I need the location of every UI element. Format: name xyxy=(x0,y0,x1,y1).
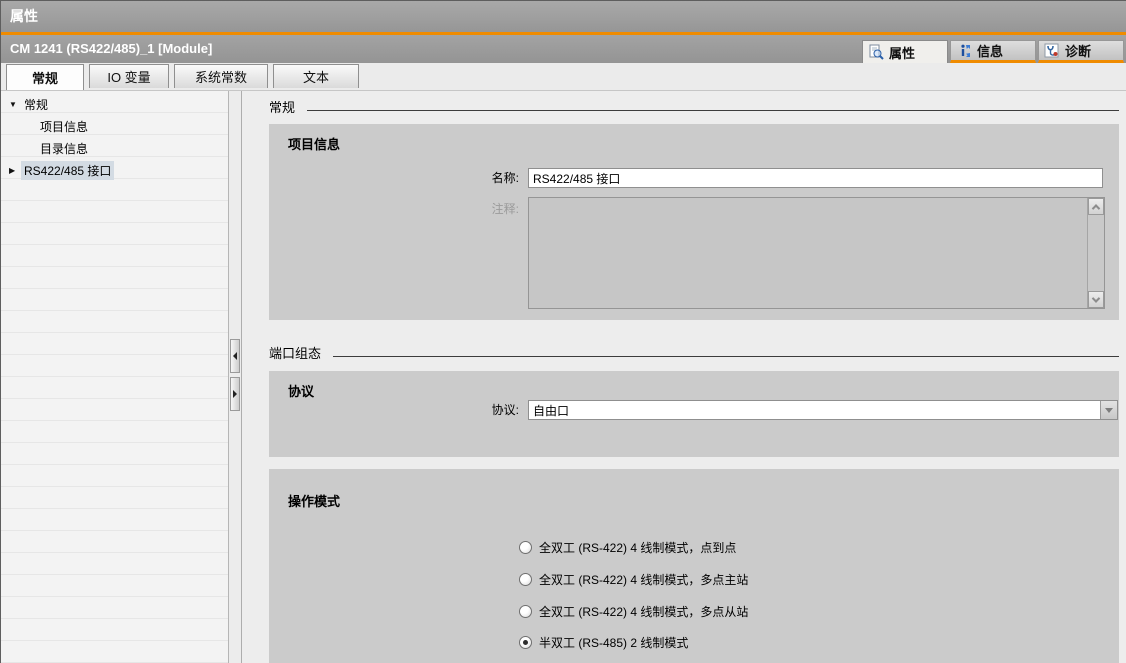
window-titlebar: 属性 xyxy=(1,1,1126,32)
scroll-down-button[interactable] xyxy=(1088,291,1104,308)
tab-diagnostics[interactable]: 诊断 xyxy=(1038,40,1124,63)
dropdown-arrow-icon xyxy=(1105,408,1113,413)
section-heading-general: 常规 xyxy=(269,97,1119,115)
tab-diagnostics-label: 诊断 xyxy=(1065,41,1091,60)
radio-full-duplex-multipoint-master[interactable]: 全双工 (RS-422) 4 线制模式，多点主站 xyxy=(519,571,748,587)
nav-tree: ▼ 常规 项目信息 目录信息 ▶ RS422/485 接口 xyxy=(1,91,229,663)
protocol-group: 协议 协议: 自由口 xyxy=(269,371,1119,457)
properties-window: 属性 CM 1241 (RS422/485)_1 [Module] 属性 xyxy=(0,0,1126,663)
content-area: ▼ 常规 项目信息 目录信息 ▶ RS422/485 接口 xyxy=(1,91,1126,663)
section-heading-port-config: 端口组态 xyxy=(269,343,1119,361)
protocol-label: 协议: xyxy=(379,400,519,420)
tree-item-project-info[interactable]: 项目信息 xyxy=(1,115,228,137)
info-icon xyxy=(956,43,972,59)
tab-general[interactable]: 常规 xyxy=(6,64,84,90)
tab-info[interactable]: 信息 xyxy=(950,40,1036,63)
arrow-right-icon xyxy=(233,390,237,398)
chevron-right-icon[interactable]: ▶ xyxy=(9,166,21,175)
radio-full-duplex-point-to-point[interactable]: 全双工 (RS-422) 4 线制模式，点到点 xyxy=(519,539,736,555)
tab-info-label: 信息 xyxy=(977,41,1003,60)
protocol-selected-value: 自由口 xyxy=(533,402,569,419)
radio-button-icon[interactable] xyxy=(519,605,532,618)
protocol-select[interactable]: 自由口 xyxy=(528,400,1118,420)
tab-properties[interactable]: 属性 xyxy=(862,40,948,63)
diagnostics-icon xyxy=(1044,43,1060,59)
inspector-tabs: 属性 信息 xyxy=(862,40,1124,63)
collapse-left-button[interactable] xyxy=(230,339,240,373)
comment-scrollbar[interactable] xyxy=(1087,198,1104,308)
name-label: 名称: xyxy=(379,168,519,188)
radio-button-icon[interactable] xyxy=(519,573,532,586)
properties-icon xyxy=(868,44,884,60)
chevron-down-scroll-icon xyxy=(1092,294,1100,302)
project-info-title: 项目信息 xyxy=(288,134,340,153)
radio-half-duplex-2-wire[interactable]: 半双工 (RS-485) 2 线制模式 xyxy=(519,634,688,650)
operating-mode-title: 操作模式 xyxy=(288,491,340,510)
comment-label: 注释: xyxy=(379,199,519,219)
chevron-up-icon xyxy=(1092,204,1100,212)
project-info-group: 项目信息 名称: 注释: xyxy=(269,124,1119,320)
tree-item-catalog-info[interactable]: 目录信息 xyxy=(1,137,228,159)
tab-io-tags[interactable]: IO 变量 xyxy=(89,64,169,88)
protocol-title: 协议 xyxy=(288,381,314,400)
settings-panel: 常规 项目信息 名称: 注释: xyxy=(242,91,1126,663)
heading-rule xyxy=(333,347,1119,357)
selected-tree-label: RS422/485 接口 xyxy=(21,161,114,180)
arrow-left-icon xyxy=(233,352,237,360)
pane-splitter[interactable] xyxy=(229,91,242,663)
tree-item-rs422-485-interface[interactable]: ▶ RS422/485 接口 xyxy=(1,159,228,181)
tab-texts[interactable]: 文本 xyxy=(273,64,359,88)
window-title: 属性 xyxy=(10,8,38,24)
operating-mode-group: 操作模式 全双工 (RS-422) 4 线制模式，点到点 全双工 (RS-422… xyxy=(269,469,1119,663)
radio-full-duplex-multipoint-slave[interactable]: 全双工 (RS-422) 4 线制模式，多点从站 xyxy=(519,603,748,619)
category-tabstrip: 常规 IO 变量 系统常数 文本 xyxy=(1,63,1126,91)
tab-system-constants[interactable]: 系统常数 xyxy=(174,64,268,88)
tree-item-general[interactable]: ▼ 常规 xyxy=(1,93,228,115)
module-title: CM 1241 (RS422/485)_1 [Module] xyxy=(10,41,212,56)
name-input[interactable] xyxy=(528,168,1103,188)
scrollbar-track[interactable] xyxy=(1088,215,1104,291)
heading-rule xyxy=(307,101,1119,111)
chevron-down-icon[interactable]: ▼ xyxy=(9,100,21,109)
scroll-up-button[interactable] xyxy=(1088,198,1104,215)
radio-button-icon[interactable] xyxy=(519,541,532,554)
dropdown-button[interactable] xyxy=(1100,401,1117,419)
radio-button-selected-icon[interactable] xyxy=(519,636,532,649)
tab-properties-label: 属性 xyxy=(889,43,915,62)
module-header: CM 1241 (RS422/485)_1 [Module] 属性 xyxy=(1,35,1126,63)
comment-textarea[interactable] xyxy=(528,197,1105,309)
collapse-right-button[interactable] xyxy=(230,377,240,411)
